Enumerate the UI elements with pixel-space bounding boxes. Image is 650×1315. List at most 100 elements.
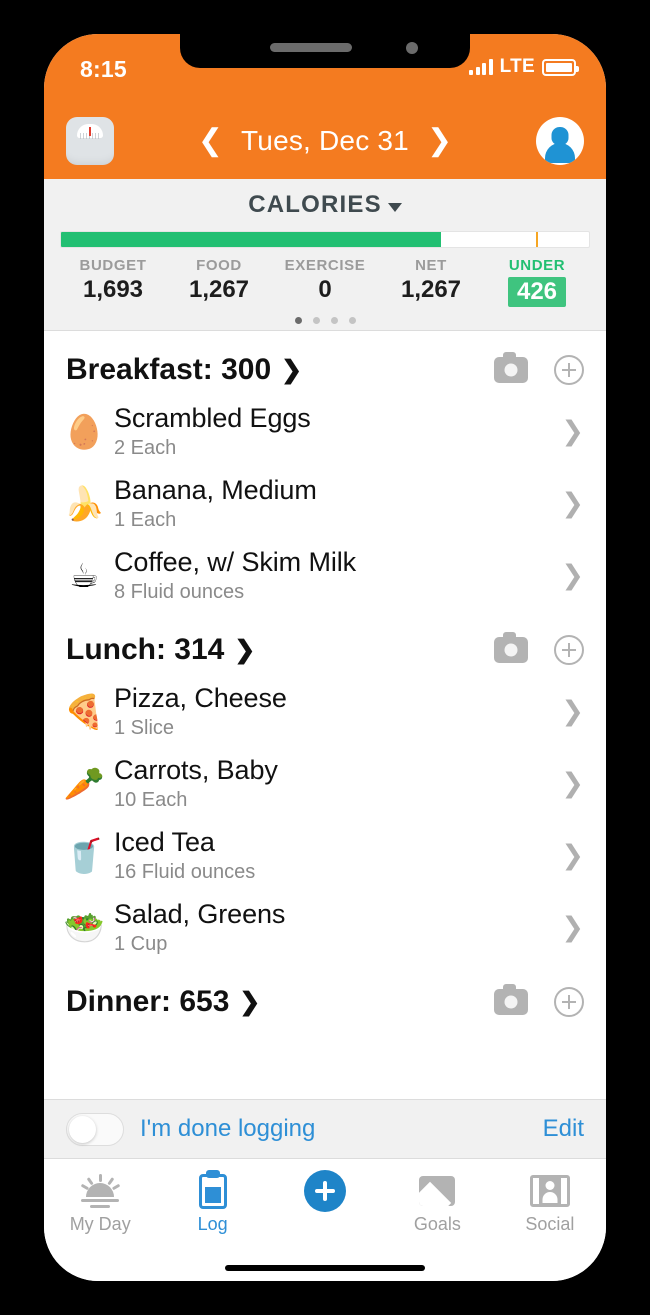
food-item-row[interactable]: 🍕Pizza, Cheese1 Slice❯ [44,675,606,747]
phone-frame: 8:15 LTE ❮ Tues, Dec 31 ❯ [40,30,610,1285]
summary-selector[interactable]: CALORIES [60,191,590,219]
bottom-tab-bar: My Day Log Goals [44,1159,606,1255]
chevron-right-icon: ❯ [239,987,260,1017]
page-dot[interactable] [295,317,302,324]
banana-icon: 🍌 [58,487,110,520]
people-icon [494,1169,606,1213]
meal-title-label: Dinner: 653 [66,985,229,1019]
pizza-icon: 🍕 [58,695,110,728]
app-nav-bar: ❮ Tues, Dec 31 ❯ [44,102,606,179]
add-plus-icon [269,1169,381,1213]
stat-exercise: EXERCISE 0 [272,257,378,307]
stat-label: EXERCISE [272,257,378,274]
tab-my-day[interactable]: My Day [44,1169,156,1235]
sunrise-icon [44,1169,156,1213]
stat-value: 1,267 [378,276,484,304]
page-dot[interactable] [349,317,356,324]
clipboard-icon [156,1169,268,1213]
food-item-text: Iced Tea16 Fluid ounces [110,827,561,884]
battery-icon [542,59,576,76]
page-dot[interactable] [331,317,338,324]
next-day-button[interactable]: ❯ [427,126,452,156]
stat-label: NET [378,257,484,274]
done-logging-label[interactable]: I'm done logging [140,1115,315,1143]
page-dot[interactable] [313,317,320,324]
status-indicators: LTE [469,56,576,78]
food-item-row[interactable]: 🥤Iced Tea16 Fluid ounces❯ [44,819,606,891]
food-item-text: Coffee, w/ Skim Milk8 Fluid ounces [110,547,561,604]
food-item-text: Carrots, Baby 10 Each [110,755,561,812]
food-item-name: Carrots, Baby [114,755,561,786]
stat-food: FOOD1,267 [166,257,272,307]
chevron-right-icon: ❯ [281,355,302,385]
salad-icon: 🥗 [58,911,110,944]
meal-title-label: Breakfast: 300 [66,353,271,387]
food-item-row[interactable]: 🥚Scrambled Eggs2 Each❯ [44,395,606,467]
stat-label: FOOD [166,257,272,274]
meal-title[interactable]: Lunch: 314 ❯ [66,633,255,667]
scale-ticks [80,133,100,139]
meal-actions [494,635,584,665]
chevron-right-icon: ❯ [561,416,584,447]
home-indicator[interactable] [44,1255,606,1281]
progress-fill [61,232,441,247]
done-logging-toggle[interactable] [66,1113,124,1146]
food-item-quantity: 10 Each [114,789,561,812]
stat-net: NET 1,267 [378,257,484,307]
food-item-quantity: 16 Fluid ounces [114,861,561,884]
tab-social[interactable]: Social [494,1169,606,1235]
chart-icon [381,1169,493,1213]
chevron-right-icon: ❯ [561,768,584,799]
tab-add[interactable] [269,1169,381,1214]
stat-value: 0 [272,276,378,304]
plus-circle-icon[interactable] [554,355,584,385]
summary-title-label: CALORIES [248,191,382,219]
food-item-name: Coffee, w/ Skim Milk [114,547,561,578]
meal-title-label: Lunch: 314 [66,633,224,667]
food-item-text: Pizza, Cheese1 Slice [110,683,561,740]
food-item-row[interactable]: ☕Coffee, w/ Skim Milk8 Fluid ounces❯ [44,539,606,611]
camera-icon[interactable] [494,357,528,383]
scale-icon[interactable] [66,117,114,165]
tab-my-day-label: My Day [44,1214,156,1235]
stat-value: 1,693 [60,276,166,304]
food-item-quantity: 1 Cup [114,933,561,956]
food-item-text: Banana, Medium1 Each [110,475,561,532]
network-label: LTE [500,56,535,78]
meal-title[interactable]: Dinner: 653 ❯ [66,985,260,1019]
stat-budget: BUDGET 1,693 [60,257,166,307]
scale-dial [77,124,103,138]
plus-circle-icon[interactable] [554,987,584,1017]
edit-button[interactable]: Edit [543,1115,584,1143]
camera-icon[interactable] [494,989,528,1015]
camera-icon[interactable] [494,637,528,663]
summary-stats: BUDGET 1,693FOOD1,267EXERCISE 0NET 1,267UND… [60,257,590,307]
summary-page-dots[interactable] [60,317,590,324]
notch [180,34,470,68]
stat-label: BUDGET [60,257,166,274]
food-item-text: Scrambled Eggs2 Each [110,403,561,460]
plus-circle-icon[interactable] [554,635,584,665]
profile-avatar-icon[interactable] [536,117,584,165]
icedtea-icon: 🥤 [58,839,110,872]
food-item-row[interactable]: 🥕Carrots, Baby 10 Each❯ [44,747,606,819]
tab-log[interactable]: Log [156,1169,268,1235]
food-item-row[interactable]: 🥗Salad, Greens1 Cup❯ [44,891,606,963]
chevron-right-icon: ❯ [561,696,584,727]
carrot-icon: 🥕 [58,767,110,800]
food-item-row[interactable]: 🍌Banana, Medium1 Each❯ [44,467,606,539]
food-item-name: Banana, Medium [114,475,561,506]
meal-actions [494,987,584,1017]
meal-header: Dinner: 653 ❯ [44,963,606,1027]
chevron-right-icon: ❯ [234,635,255,665]
calories-summary: CALORIES BUDGET1,693FOOD1,267EXERCISE0NE… [44,179,606,331]
meal-header: Breakfast: 300 ❯ [44,331,606,395]
stat-label: UNDER [484,257,590,274]
prev-day-button[interactable]: ❮ [198,126,223,156]
egg-icon: 🥚 [58,415,110,448]
meal-title[interactable]: Breakfast: 300 ❯ [66,353,302,387]
tab-social-label: Social [494,1214,606,1235]
tab-goals[interactable]: Goals [381,1169,493,1235]
calorie-progress-bar [60,231,590,248]
status-time: 8:15 [80,56,127,83]
